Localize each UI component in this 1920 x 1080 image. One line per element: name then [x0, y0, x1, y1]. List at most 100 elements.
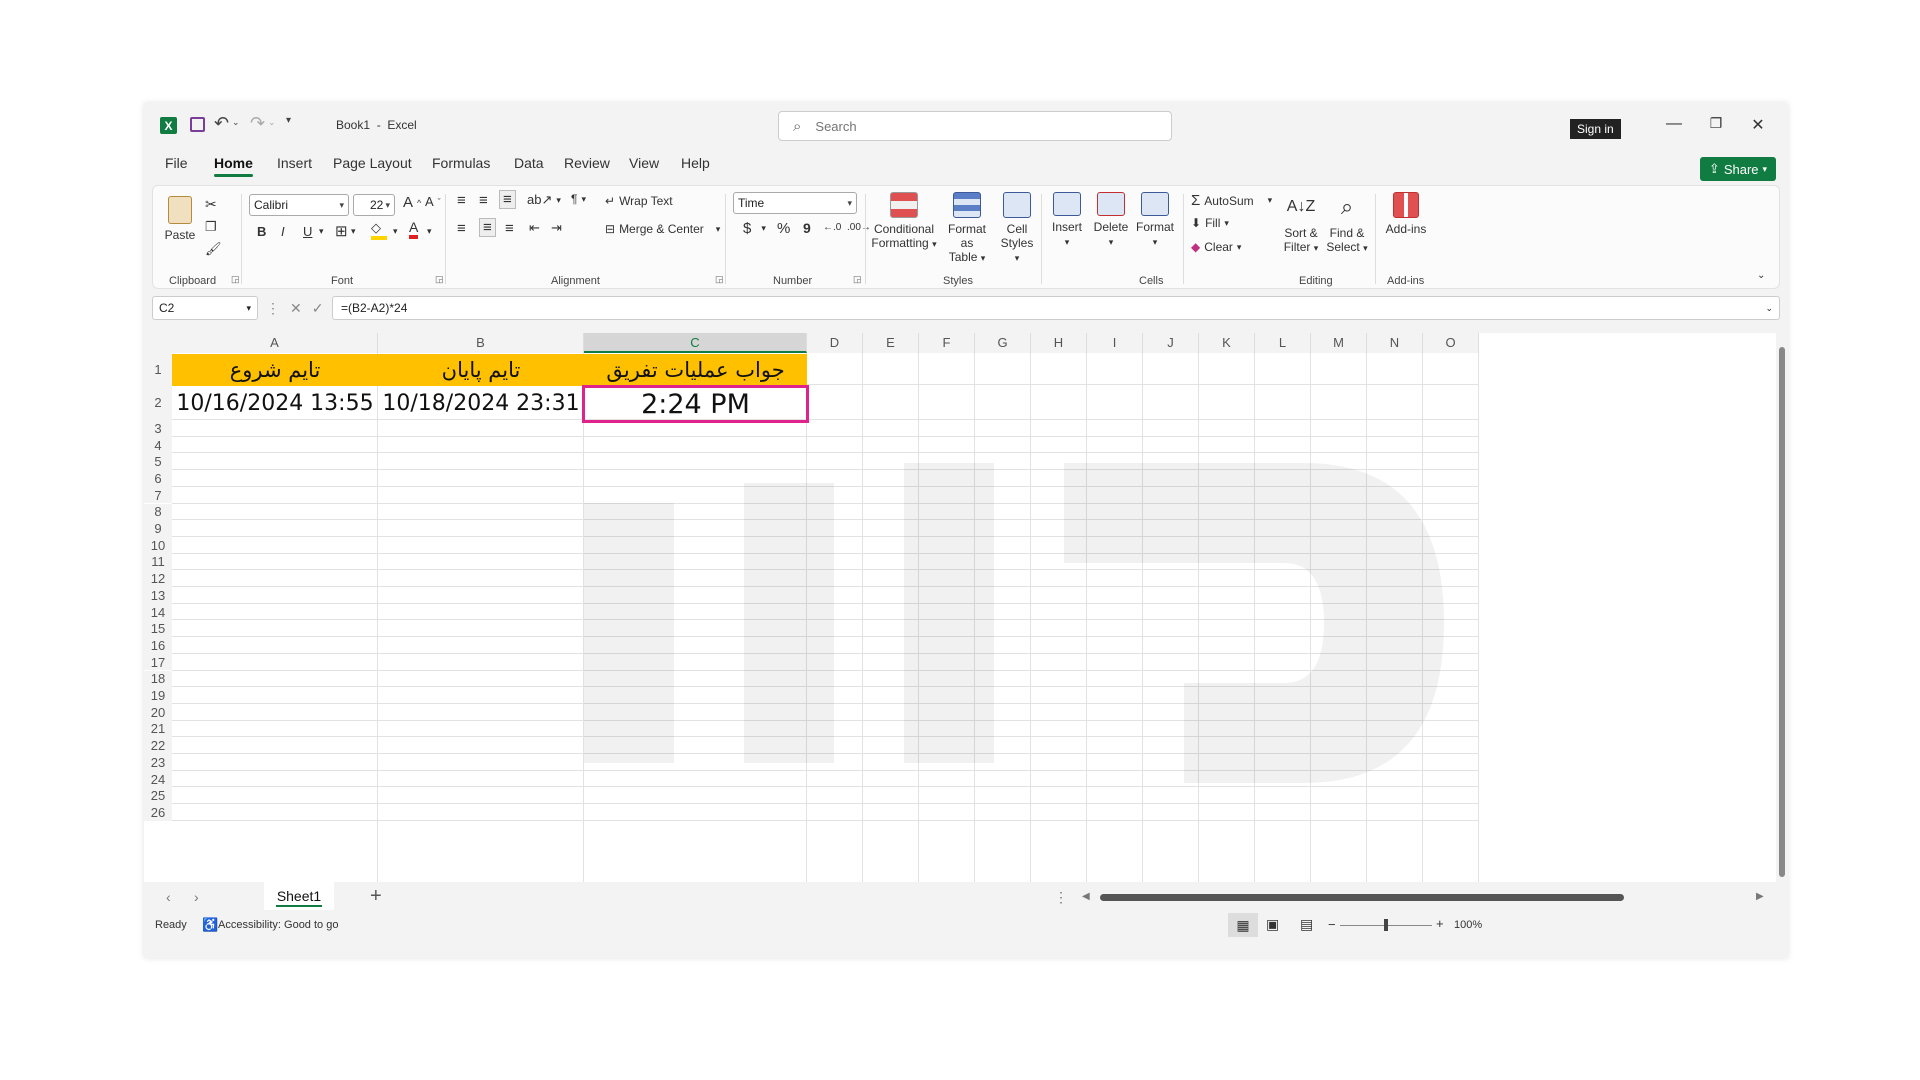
row-header-22[interactable]: 22	[144, 737, 172, 754]
vertical-scroll-thumb[interactable]	[1779, 347, 1785, 877]
cell-c2-selected[interactable]: 2:24 PM	[582, 385, 809, 423]
clear-button[interactable]: ◆ Clear ▾	[1191, 240, 1241, 254]
row-header-6[interactable]: 6	[144, 470, 172, 487]
percent-button[interactable]: %	[777, 220, 790, 237]
format-painter-icon[interactable]: 🖌	[205, 241, 222, 257]
row-header-4[interactable]: 4	[144, 436, 172, 454]
format-as-table-button[interactable]: Format as Table ▾	[941, 192, 993, 265]
column-header-e[interactable]: E	[863, 333, 919, 353]
undo-icon[interactable]: ↶	[214, 113, 229, 134]
normal-view-icon[interactable]: ▦	[1228, 913, 1258, 937]
select-all-corner[interactable]	[144, 333, 172, 353]
number-format-select[interactable]: Time ▾	[733, 192, 857, 214]
decrease-indent-icon[interactable]: ⇤	[529, 220, 540, 236]
row-header-14[interactable]: 14	[144, 603, 172, 621]
zoom-in-icon[interactable]: +	[1436, 916, 1444, 931]
add-ins-button[interactable]: Add-ins	[1381, 192, 1431, 236]
increase-indent-icon[interactable]: ⇥	[551, 220, 562, 236]
cell-a1[interactable]: تایم شروع	[172, 354, 378, 386]
zoom-level[interactable]: 100%	[1454, 919, 1482, 931]
add-sheet-button[interactable]: +	[370, 885, 382, 908]
collapse-ribbon-icon[interactable]: ⌄	[1757, 270, 1765, 281]
tab-formulas[interactable]: Formulas	[432, 155, 490, 171]
redo-icon[interactable]: ↷	[250, 113, 265, 134]
formula-input[interactable]: =(B2-A2)*24 ⌄	[332, 296, 1780, 320]
tab-split-handle-icon[interactable]: ⋮	[1054, 889, 1068, 906]
more-options-icon[interactable]: ⋮	[266, 300, 280, 317]
font-color-icon[interactable]: A	[409, 220, 419, 239]
row-header-18[interactable]: 18	[144, 670, 172, 688]
italic-button[interactable]: I	[281, 224, 285, 239]
search-input[interactable]	[813, 117, 1118, 135]
row-header-3[interactable]: 3	[144, 420, 172, 437]
horizontal-scroll-thumb[interactable]	[1100, 894, 1624, 901]
cell-styles-button[interactable]: Cell Styles ▾	[997, 192, 1037, 265]
font-size-select[interactable]: 22 ▾	[353, 194, 395, 216]
row-header-5[interactable]: 5	[144, 453, 172, 471]
enter-icon[interactable]: ✓	[312, 300, 324, 317]
bold-button[interactable]: B	[257, 224, 266, 239]
row-header-25[interactable]: 25	[144, 787, 172, 805]
chevron-down-icon[interactable]: ▾	[319, 226, 324, 237]
merge-center-button[interactable]: ⊟ Merge & Center ▾	[605, 222, 720, 236]
sheet-tab-sheet1[interactable]: Sheet1	[264, 882, 334, 910]
align-right-icon[interactable]: ≡	[505, 220, 514, 237]
cell-b2[interactable]: 10/18/2024 23:31	[378, 386, 584, 421]
row-header-24[interactable]: 24	[144, 770, 172, 788]
chevron-down-icon[interactable]: ▾	[393, 226, 398, 237]
row-header-9[interactable]: 9	[144, 520, 172, 537]
tab-home[interactable]: Home	[214, 155, 253, 177]
orientation-icon[interactable]: ab↗ ▾	[527, 192, 561, 208]
column-header-m[interactable]: M	[1311, 333, 1367, 353]
redo-dropdown-icon[interactable]: ⌄	[268, 117, 276, 128]
comma-button[interactable]: 9	[803, 220, 811, 236]
wrap-text-button[interactable]: ↵ Wrap Text	[605, 194, 673, 208]
insert-cells-button[interactable]: Insert ▾	[1047, 192, 1087, 249]
row-header-16[interactable]: 16	[144, 637, 172, 654]
cut-icon[interactable]: ✂	[205, 196, 217, 213]
align-center-icon[interactable]: ≡	[479, 218, 496, 237]
borders-icon[interactable]: ⊞	[335, 222, 348, 240]
row-header-1[interactable]: 1	[144, 353, 172, 385]
search-box[interactable]: ⌕	[778, 111, 1172, 141]
column-header-a[interactable]: A	[172, 333, 378, 353]
row-header-17[interactable]: 17	[144, 653, 172, 671]
zoom-out-icon[interactable]: −	[1328, 917, 1336, 932]
cell-c1[interactable]: جواب عملیات تفریق	[584, 354, 807, 386]
fill-color-icon[interactable]: ◇	[371, 220, 387, 240]
underline-button[interactable]: U	[303, 224, 312, 239]
column-header-o[interactable]: O	[1423, 333, 1479, 353]
zoom-slider-handle[interactable]	[1384, 919, 1388, 931]
conditional-formatting-button[interactable]: Conditional Formatting ▾	[871, 192, 937, 251]
decrease-font-icon[interactable]: Aˇ	[425, 194, 441, 209]
customize-qat-icon[interactable]: ▾	[286, 115, 291, 126]
text-direction-icon[interactable]: ¶ ▾	[571, 192, 586, 206]
row-header-11[interactable]: 11	[144, 553, 172, 571]
row-header-7[interactable]: 7	[144, 486, 172, 504]
delete-cells-button[interactable]: Delete ▾	[1091, 192, 1131, 249]
tab-page-layout[interactable]: Page Layout	[333, 155, 412, 171]
chevron-down-icon[interactable]: ▾	[351, 226, 356, 237]
save-icon[interactable]	[190, 117, 205, 132]
column-header-i[interactable]: I	[1087, 333, 1143, 353]
column-header-d[interactable]: D	[807, 333, 863, 353]
column-header-f[interactable]: F	[919, 333, 975, 353]
row-header-13[interactable]: 13	[144, 587, 172, 604]
column-header-j[interactable]: J	[1143, 333, 1199, 353]
font-launcher-icon[interactable]: ◲	[435, 274, 444, 285]
number-launcher-icon[interactable]: ◲	[853, 274, 862, 285]
row-header-26[interactable]: 26	[144, 804, 172, 821]
page-break-view-icon[interactable]: ▤	[1300, 916, 1313, 933]
scroll-tabs-right-icon[interactable]: ›	[194, 889, 199, 905]
tab-view[interactable]: View	[629, 155, 659, 171]
restore-icon[interactable]: ❐	[1706, 115, 1726, 132]
worksheet-grid[interactable]: ABCDEFGHIJKLMNO 1 2 3 4 5 6 7 8 9 10 11 12 13 14 15 16 1…	[144, 333, 1788, 887]
tab-file[interactable]: File	[165, 155, 188, 171]
accessibility-status[interactable]: Accessibility: Good to go	[218, 919, 338, 931]
column-header-c[interactable]: C	[584, 333, 807, 353]
share-button[interactable]: ⇪ Share ▾	[1700, 157, 1776, 181]
minimize-icon[interactable]: —	[1664, 115, 1684, 133]
alignment-launcher-icon[interactable]: ◲	[715, 274, 724, 285]
page-layout-view-icon[interactable]: ▣	[1266, 916, 1279, 933]
copy-icon[interactable]: ❐	[205, 219, 217, 235]
